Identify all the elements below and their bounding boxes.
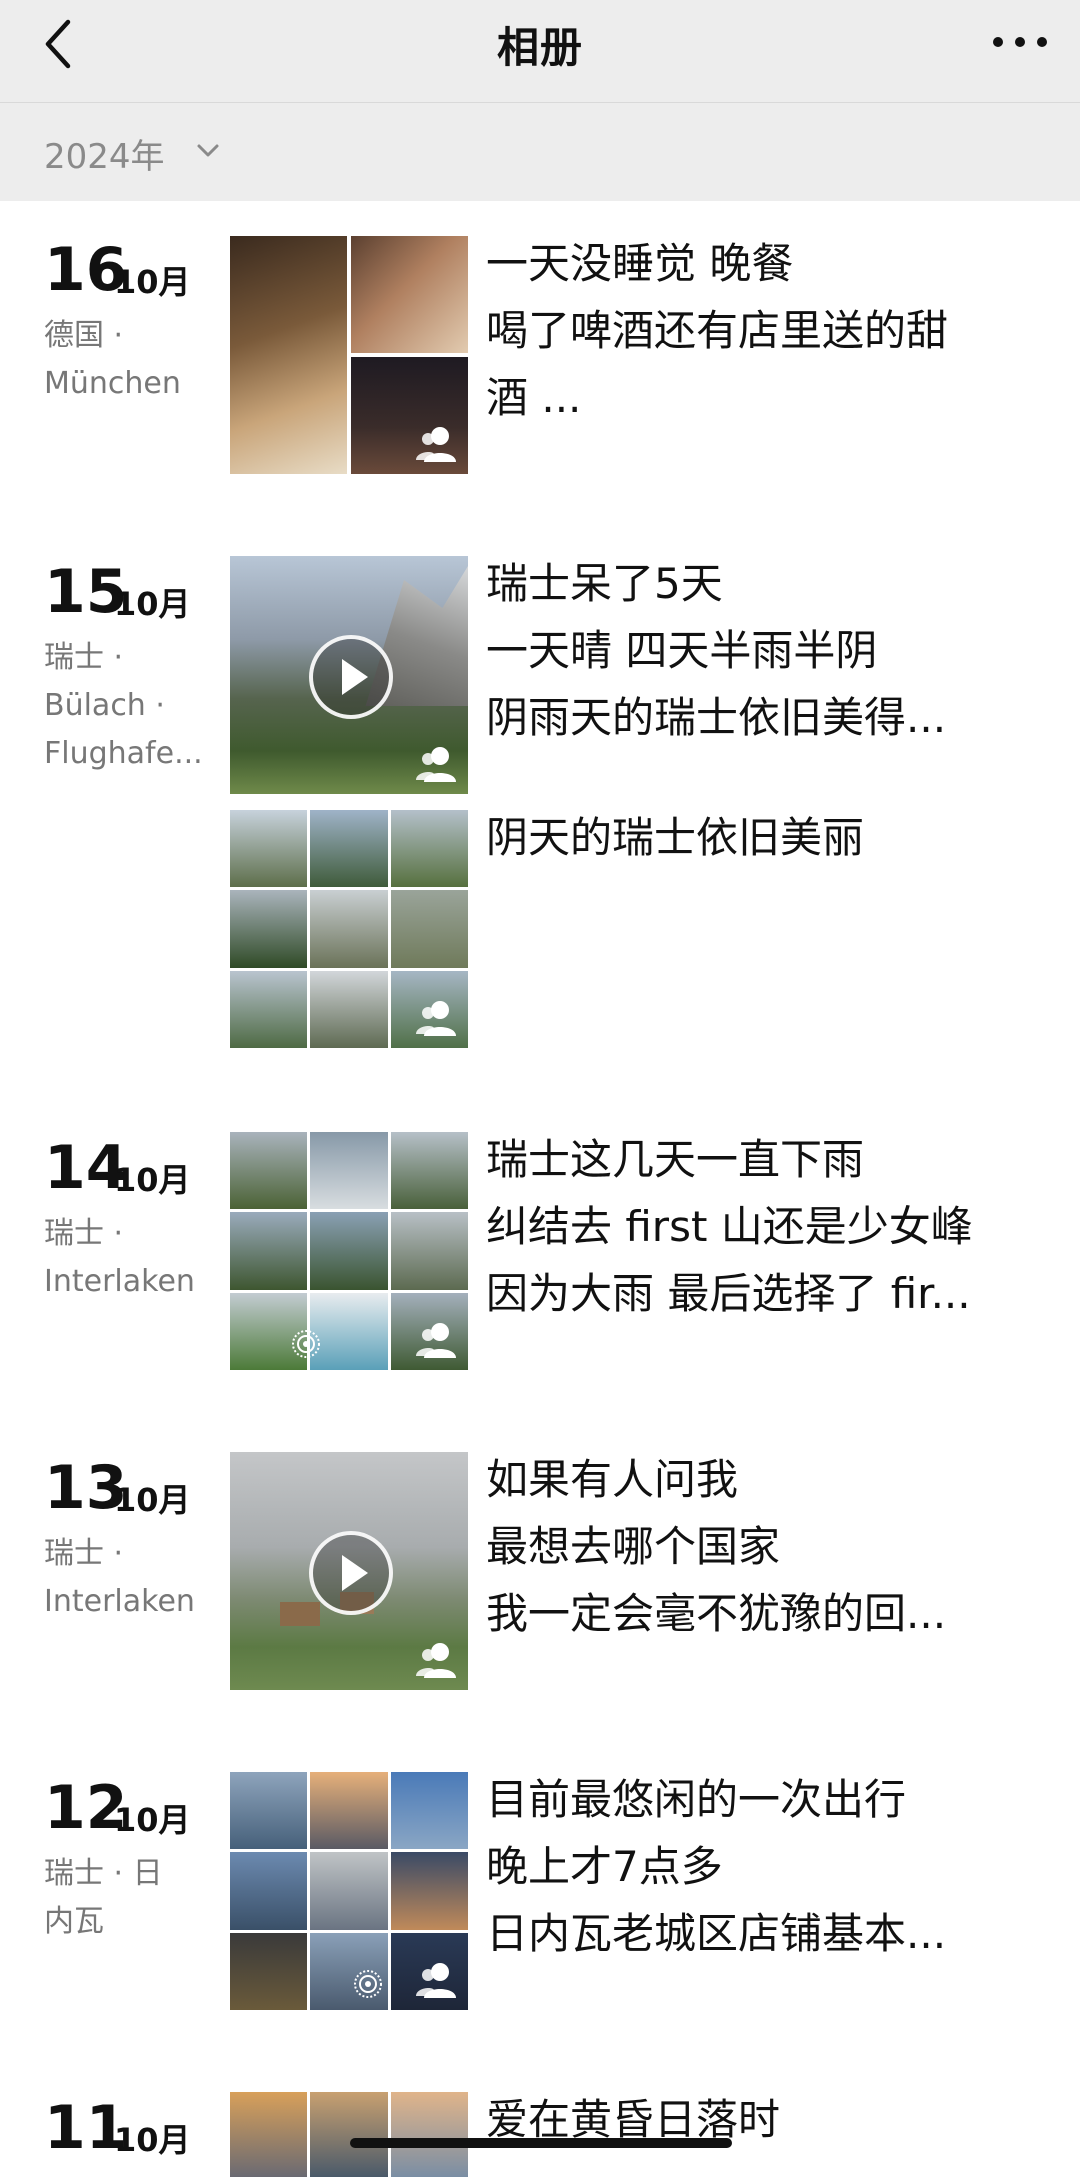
post-caption[interactable]: 目前最悠闲的一次出行 晚上才7点多 日内瓦老城区店铺基本... [486,1766,1006,1967]
entry-location: 瑞士 · 日 内瓦 [44,1856,163,1939]
caption-line: 目前最悠闲的一次出行 [486,1775,907,1824]
caption-line: 如果有人问我 [486,1455,739,1504]
year-label: 2024年 [44,137,165,177]
post-caption[interactable]: 一天没睡觉 晚餐 喝了啤酒还有店里送的甜 酒 ... [486,230,1006,431]
person-icon [416,747,456,782]
entry-month: 10月 [114,2121,191,2159]
post-caption[interactable]: 阴天的瑞士依旧美丽 [486,804,1006,871]
caption-line: 晚上才7点多 [486,1842,723,1891]
caption-line: 喝了啤酒还有店里送的甜 [486,306,949,355]
caption-line: 最想去哪个国家 [486,1522,781,1571]
more-icon [993,37,1047,47]
entry-month: 10月 [114,1481,191,1519]
photo-thumbnail[interactable] [230,810,468,1048]
year-selector[interactable]: 2024年 [0,103,1080,201]
entry-location: 瑞士 · Bülach · Flughafe... [44,640,203,771]
entry-month: 10月 [114,1801,191,1839]
person-icon [416,1963,456,1998]
entry-month: 10月 [114,585,191,623]
caption-line: 一天没睡觉 晚餐 [486,239,794,288]
caption-line: 纠结去 first 山还是少女峰 [486,1202,973,1251]
play-icon [309,635,393,719]
caption-line: 瑞士呆了5天 [486,559,723,608]
entry-month: 10月 [114,1161,191,1199]
entry-location: 瑞士 · Interlaken [44,1536,195,1619]
post-caption[interactable]: 瑞士这几天一直下雨 纠结去 first 山还是少女峰 因为大雨 最后选择了 fi… [486,1126,1006,1327]
person-icon [416,1323,456,1358]
post-caption[interactable]: 瑞士呆了5天 一天晴 四天半雨半阴 阴雨天的瑞士依旧美得... [486,550,1006,751]
person-icon [416,427,456,462]
live-photo-icon [354,1970,382,1998]
caption-line: 我一定会毫不犹豫的回... [486,1589,947,1638]
photo-thumbnail[interactable] [230,1772,468,2010]
person-icon [416,1643,456,1678]
person-icon [416,1001,456,1036]
caption-line: 日内瓦老城区店铺基本... [486,1909,947,1958]
page-title: 相册 [496,23,583,72]
photo-thumbnail[interactable] [230,236,468,474]
caption-line: 阴雨天的瑞士依旧美得... [486,693,947,742]
caption-line: 阴天的瑞士依旧美丽 [486,813,865,862]
video-thumbnail[interactable] [230,556,468,794]
chevron-down-icon [197,144,219,157]
post-caption[interactable]: 如果有人问我 最想去哪个国家 我一定会毫不犹豫的回... [486,1446,1006,1647]
caption-line: 酒 ... [486,373,582,422]
video-thumbnail[interactable] [230,1452,468,1690]
entry-location: 德国 · München [44,318,181,401]
entry-month: 10月 [114,263,191,301]
caption-line: 因为大雨 最后选择了 fir... [486,1269,971,1318]
live-photo-icon [292,1330,320,1358]
play-icon [309,1531,393,1615]
caption-line: 一天晴 四天半雨半阴 [486,626,878,675]
more-button[interactable] [988,18,1052,66]
photo-thumbnail[interactable] [230,1132,468,1370]
navigation-bar: 相册 [0,0,1080,103]
home-indicator [350,2138,732,2148]
entry-location: 瑞士 · Interlaken [44,1216,195,1299]
caption-line: 瑞士这几天一直下雨 [486,1135,865,1184]
photo-thumbnail[interactable] [230,2092,468,2177]
